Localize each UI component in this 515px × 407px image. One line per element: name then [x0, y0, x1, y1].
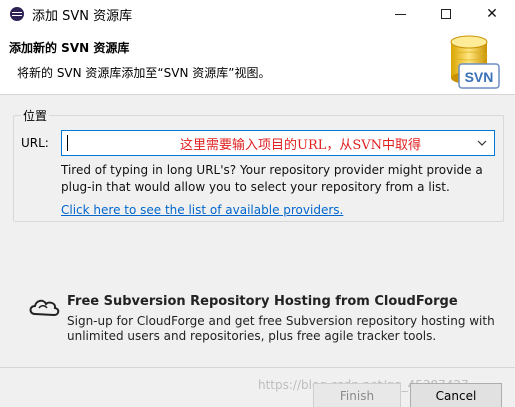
url-annotation: 这里需要输入项目的URL，从SVN中取得	[180, 138, 422, 153]
cloudforge-title[interactable]: Free Subversion Repository Hosting from …	[67, 294, 458, 309]
location-group: 位置 URL: 这里需要输入项目的URL，从SVN中取得 Tired of ty…	[13, 107, 504, 222]
wizard-title: 添加新的 SVN 资源库	[9, 41, 130, 55]
url-label: URL:	[21, 136, 49, 150]
close-button[interactable]: ✕	[469, 0, 515, 28]
wizard-description: 将新的 SVN 资源库添加至“SVN 资源库”视图。	[17, 66, 271, 80]
cloudforge-cloud-icon	[29, 299, 60, 317]
button-bar-divider	[0, 367, 515, 368]
finish-button[interactable]: Finish	[313, 383, 401, 407]
window-controls: ✕	[377, 0, 515, 28]
maximize-icon	[441, 9, 451, 19]
maximize-button[interactable]	[423, 0, 469, 28]
close-icon: ✕	[486, 6, 498, 22]
window-title: 添加 SVN 资源库	[32, 8, 133, 24]
wizard-header: 添加新的 SVN 资源库 将新的 SVN 资源库添加至“SVN 资源库”视图。 …	[0, 28, 515, 95]
cancel-button[interactable]: Cancel	[410, 383, 502, 407]
minimize-button[interactable]	[377, 0, 423, 28]
text-caret	[67, 135, 68, 151]
url-combo-input[interactable]: 这里需要输入项目的URL，从SVN中取得	[61, 130, 495, 156]
url-help-text: Tired of typing in long URL's? Your repo…	[61, 163, 483, 194]
eclipse-app-icon	[10, 7, 24, 21]
title-bar: 添加 SVN 资源库 ✕	[0, 0, 515, 28]
minimize-icon	[394, 13, 406, 15]
cloudforge-description: Sign-up for CloudForge and get free Subv…	[67, 314, 495, 343]
chevron-down-icon[interactable]	[475, 136, 489, 150]
svn-logo-text: SVN	[465, 69, 494, 85]
svn-logo-icon: SVN	[450, 35, 500, 89]
providers-link[interactable]: Click here to see the list of available …	[61, 203, 343, 217]
location-legend: 位置	[21, 107, 50, 124]
cloudforge-promo: Free Subversion Repository Hosting from …	[25, 294, 505, 350]
